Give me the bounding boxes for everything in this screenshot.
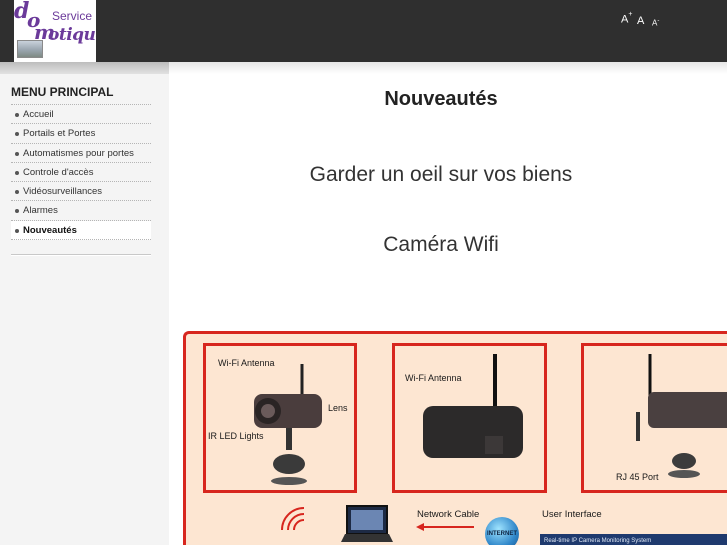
main-menu: Accueil Portails et Portes Automatismes …	[11, 104, 151, 241]
sidebar-shadow-strip	[0, 62, 169, 74]
camera-panel-side: Wi-Fi Antenna	[392, 343, 547, 493]
bullet-icon	[15, 190, 19, 195]
bullet-icon	[15, 228, 19, 233]
logo-photo-image	[17, 40, 43, 58]
logo-service-text: Service	[52, 9, 93, 23]
menu-item-accueil[interactable]: Accueil	[11, 105, 151, 125]
camera-panel-back: RJ 45 Port	[581, 343, 727, 493]
bullet-icon	[15, 132, 19, 137]
menu-item-label: Controle d'accès	[23, 166, 94, 178]
font-increase-button[interactable]: A+	[621, 11, 633, 26]
subtitle-camera: Caméra Wifi	[383, 233, 499, 256]
sidebar: MENU PRINCIPAL Accueil Portails et Porte…	[0, 74, 169, 545]
bullet-icon	[15, 113, 19, 117]
menu-divider	[11, 254, 151, 256]
menu-title: MENU PRINCIPAL	[11, 85, 114, 99]
menu-item-label: Vidéosurveillances	[23, 186, 103, 198]
font-decrease-button[interactable]: A-	[652, 18, 659, 28]
cable-arrow-icon	[416, 523, 474, 531]
product-image: Wi-Fi Antenna Lens IR LED Lights Wi-Fi A…	[183, 331, 727, 545]
font-increase-sign: +	[628, 11, 633, 18]
caption-user-interface: User Interface	[542, 509, 602, 520]
menu-item-label: Portails et Portes	[23, 128, 96, 140]
font-normal-button[interactable]: A	[637, 15, 644, 27]
laptop-icon	[341, 505, 393, 542]
menu-item-videosurveillances[interactable]: Vidéosurveillances	[11, 182, 151, 202]
internet-globe-icon: INTERNET	[485, 517, 519, 545]
wifi-signal-icon	[281, 507, 305, 531]
site-logo[interactable]: d o m Service otique	[14, 0, 96, 62]
subtitle-garder: Garder un oeil sur vos biens	[309, 163, 573, 186]
menu-item-automatismes[interactable]: Automatismes pour portes	[11, 144, 151, 163]
site-header: d o m Service otique A+ A A-	[0, 0, 727, 62]
camera-back-icon	[636, 354, 727, 478]
bullet-icon	[15, 170, 19, 175]
page-title: Nouveautés	[384, 88, 498, 110]
menu-item-controle-acces[interactable]: Controle d'accès	[11, 163, 151, 183]
bullet-icon	[15, 209, 19, 214]
menu-item-label: Automatismes pour portes	[23, 147, 134, 159]
menu-item-label: Nouveautés	[23, 224, 77, 236]
menu-item-nouveautes[interactable]: Nouveautés	[11, 220, 151, 241]
camera-front-icon	[254, 364, 322, 485]
camera-panel-front: Wi-Fi Antenna Lens IR LED Lights	[203, 343, 357, 493]
ui-monitoring-bar: Real-time IP Camera Monitoring System	[540, 534, 727, 545]
caption-network-cable: Network Cable	[417, 509, 480, 520]
menu-item-alarmes[interactable]: Alarmes	[11, 201, 151, 221]
menu-item-portails[interactable]: Portails et Portes	[11, 124, 151, 144]
menu-item-label: Accueil	[23, 109, 54, 120]
font-decrease-sign: -	[657, 18, 660, 24]
menu-item-label: Alarmes	[23, 205, 58, 217]
camera-side-icon	[423, 354, 523, 458]
bullet-icon	[15, 151, 19, 156]
content-shadow-strip	[169, 62, 727, 74]
logo-otique-text: otique	[48, 25, 96, 45]
main-content: Nouveautés Garder un oeil sur vos biens …	[169, 74, 727, 545]
